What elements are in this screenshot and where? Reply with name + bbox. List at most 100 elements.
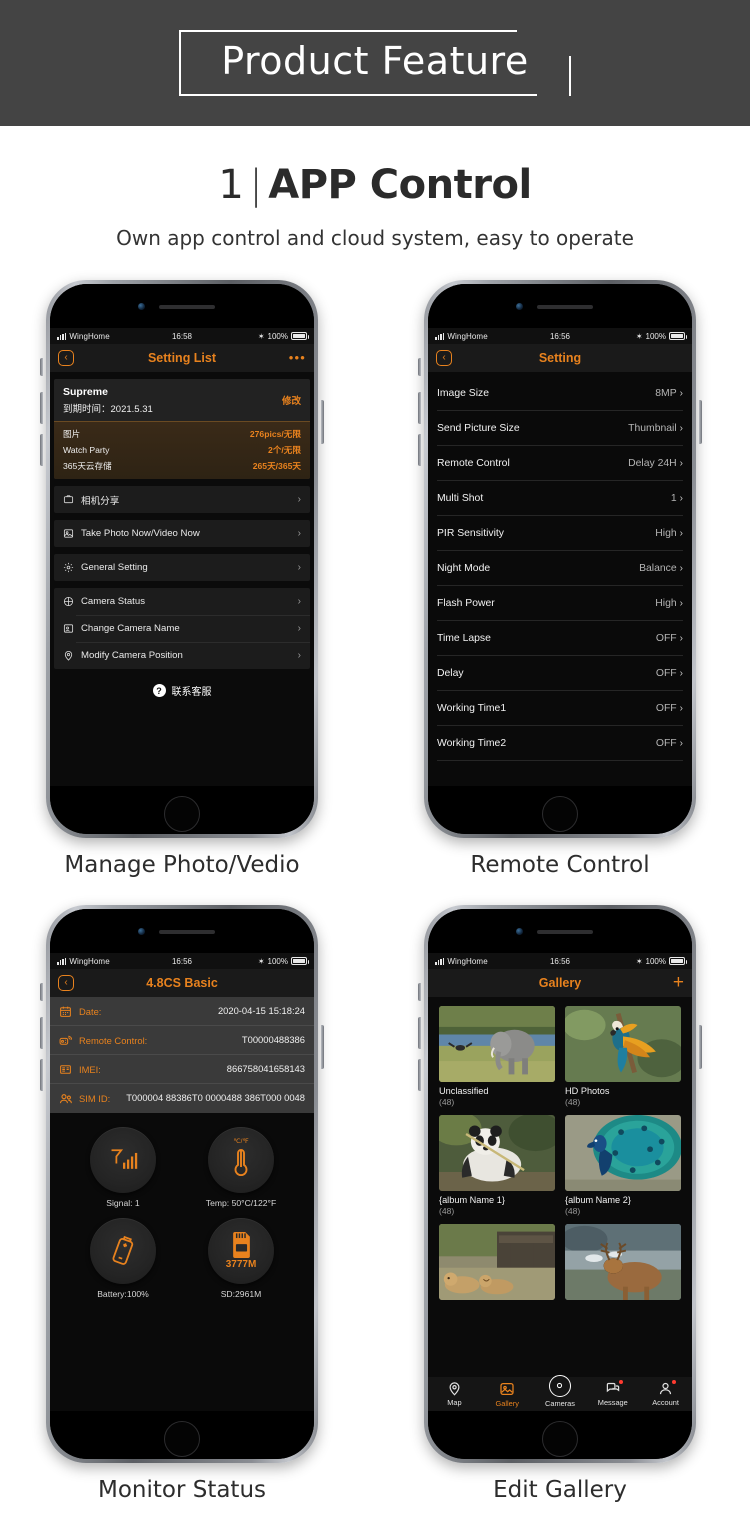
menu-item-camera-status[interactable]: Camera Status › [54, 588, 310, 615]
chevron-right-icon: › [679, 422, 683, 434]
tab-cameras[interactable]: Cameras [534, 1374, 587, 1408]
menu-item-change-camera-name[interactable]: Change Camera Name › [54, 615, 310, 642]
back-button-3[interactable]: ‹ [58, 975, 74, 991]
phone-top-bezel-3 [50, 909, 314, 953]
home-button-2[interactable] [542, 796, 578, 832]
phone-cell-edit-gallery: WingHome 16:56 ✶ 100% Gallery + Unclassi… [418, 905, 702, 1503]
subscription-quota-row: Watch Party 2个/无限 [63, 442, 301, 458]
volume-up-button [418, 1017, 421, 1049]
phone-frame-3: WingHome 16:56 ✶ 100% ‹ 4.8CS Basic Date… [40, 905, 324, 1463]
mute-switch [40, 983, 43, 1001]
menu-group-general: General Setting › [54, 554, 310, 581]
nav-bar-gallery: Gallery + [428, 969, 692, 997]
tab-gallery[interactable]: Gallery [481, 1381, 534, 1408]
quota-value: 265天/365天 [252, 461, 301, 471]
home-button-1[interactable] [164, 796, 200, 832]
setting-row-flash-power[interactable]: Flash Power High › [437, 586, 683, 621]
setting-row-time-lapse[interactable]: Time Lapse OFF › [437, 621, 683, 656]
setting-row-remote-control[interactable]: Remote Control Delay 24H › [437, 446, 683, 481]
back-button-1[interactable]: ‹ [58, 350, 74, 366]
setting-row-delay[interactable]: Delay OFF › [437, 656, 683, 691]
gauge-temperature[interactable]: ℃/℉ Temp: 50°C/122°F [182, 1127, 300, 1208]
home-button-4[interactable] [542, 1421, 578, 1457]
battery-icon-1 [291, 332, 309, 340]
menu-item-camera-share[interactable]: 相机分享 › [54, 486, 310, 513]
tab-map[interactable]: Map [428, 1381, 481, 1407]
album-card-extra-2[interactable] [565, 1224, 681, 1304]
banner-frame-bottom [179, 94, 538, 96]
chevron-right-icon: › [297, 562, 301, 573]
add-album-button[interactable]: + [673, 973, 684, 992]
album-card-name-1[interactable]: {album Name 1} (48) [439, 1115, 555, 1216]
menu-item-modify-camera-position[interactable]: Modify Camera Position › [54, 642, 310, 669]
setting-rows-container: Image Size 8MP › Send Picture Size Thumb… [428, 372, 692, 786]
status-bar-left-4: WingHome [435, 957, 488, 966]
album-grid: Unclassified (48) HD Photos (48) {album … [428, 997, 692, 1304]
info-row-imei: IMEI: 866758041658143 [50, 1055, 314, 1084]
menu-item-general-setting[interactable]: General Setting › [54, 554, 310, 581]
nav-bar-monitor-status: ‹ 4.8CS Basic [50, 969, 314, 997]
setting-value: OFF [655, 632, 677, 644]
battery-percent-4: 100% [645, 956, 666, 966]
tab-account[interactable]: Account [639, 1380, 692, 1407]
setting-value: 1 [670, 492, 677, 504]
menu-group-capture: Take Photo Now/Video Now › [54, 520, 310, 547]
subscription-edit-button[interactable]: 修改 [282, 393, 301, 407]
subscription-quota-row: 365天云存储 265天/365天 [63, 458, 301, 474]
remote-control-icon [59, 1034, 77, 1047]
clock-label-4: 16:56 [549, 956, 571, 966]
setting-label: Flash Power [437, 597, 495, 609]
location-pin-icon [63, 650, 78, 661]
chevron-right-icon: › [679, 702, 683, 714]
status-bar-1: WingHome 16:58 ✶ 100% [50, 328, 314, 344]
tab-message[interactable]: Message [586, 1380, 639, 1407]
setting-row-multi-shot[interactable]: Multi Shot 1 › [437, 481, 683, 516]
album-card-unclassified[interactable]: Unclassified (48) [439, 1006, 555, 1107]
setting-label: Multi Shot [437, 492, 484, 504]
page-title-setting-list: Setting List [147, 351, 217, 365]
temperature-unit-label: ℃/℉ [233, 1138, 249, 1146]
setting-row-working-time1[interactable]: Working Time1 OFF › [437, 691, 683, 726]
chevron-right-icon: › [679, 492, 683, 504]
menu-item-take-photo-now[interactable]: Take Photo Now/Video Now › [54, 520, 310, 547]
gauge-sd-card[interactable]: 3777M SD:2961M [182, 1218, 300, 1299]
message-icon [606, 1382, 619, 1393]
album-card-extra-1[interactable] [439, 1224, 555, 1304]
deer-thumbnail [565, 1224, 681, 1300]
album-count: (48) [565, 1097, 581, 1107]
bluetooth-icon: ✶ [635, 331, 643, 341]
back-button-2[interactable]: ‹ [436, 350, 452, 366]
phone-body-2: WingHome 16:56 ✶ 100% ‹ Setting Image Si… [428, 284, 692, 834]
contact-support-button[interactable]: ? 联系客服 [50, 683, 314, 698]
more-options-button[interactable]: ••• [289, 351, 306, 364]
setting-row-working-time2[interactable]: Working Time2 OFF › [437, 726, 683, 761]
phone-screen-setting-list: WingHome 16:58 ✶ 100% ‹ Setting List ••• [50, 328, 314, 786]
status-bar-3: WingHome 16:56 ✶ 100% [50, 953, 314, 969]
phone-cell-manage-photo-video: WingHome 16:58 ✶ 100% ‹ Setting List ••• [40, 280, 324, 878]
contact-support-label: 联系客服 [171, 687, 212, 698]
gauge-battery[interactable]: Battery:100% [64, 1218, 182, 1299]
phone-body-1: WingHome 16:58 ✶ 100% ‹ Setting List ••• [50, 284, 314, 834]
setting-row-send-picture-size[interactable]: Send Picture Size Thumbnail › [437, 411, 683, 446]
album-card-name-2[interactable]: {album Name 2} (48) [565, 1115, 681, 1216]
target-icon [63, 596, 78, 607]
section-number: 1 [218, 162, 244, 208]
home-button-3[interactable] [164, 1421, 200, 1457]
page-title-gallery: Gallery [538, 976, 582, 990]
album-card-hd-photos[interactable]: HD Photos (48) [565, 1006, 681, 1107]
subscription-card[interactable]: Supreme 到期时间：2021.5.31 修改 图片 276pics/无限 [54, 379, 310, 479]
phone-top-bezel-2 [428, 284, 692, 328]
phone-top-bezel-4 [428, 909, 692, 953]
setting-row-night-mode[interactable]: Night Mode Balance › [437, 551, 683, 586]
setting-row-image-size[interactable]: Image Size 8MP › [437, 376, 683, 411]
setting-row-pir-sensitivity[interactable]: PIR Sensitivity High › [437, 516, 683, 551]
subscription-plan-name: Supreme [63, 386, 108, 398]
quota-label: 365天云存储 [63, 461, 112, 471]
elephant-thumbnail [439, 1006, 555, 1082]
phone-screen-monitor-status: WingHome 16:56 ✶ 100% ‹ 4.8CS Basic Date… [50, 953, 314, 1411]
chevron-right-icon: › [297, 494, 301, 505]
gauge-signal[interactable]: Signal: 1 [64, 1127, 182, 1208]
battery-icon-3 [291, 957, 309, 965]
subscription-expiry-label: 到期时间： [63, 404, 111, 415]
nav-bar-setting-list: ‹ Setting List ••• [50, 344, 314, 372]
